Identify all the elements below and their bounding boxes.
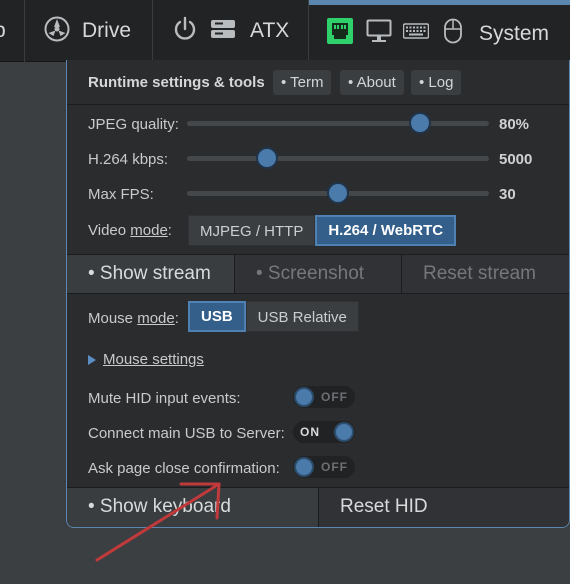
connect-usb-switch-state: ON	[300, 425, 320, 439]
nav-system-label: System	[479, 21, 550, 45]
mouse-mode-usb-button[interactable]: USB	[188, 301, 246, 332]
max-fps-label: Max FPS:	[88, 186, 154, 203]
nav-item-drive[interactable]: Drive	[25, 0, 153, 62]
max-fps-slider[interactable]	[187, 182, 489, 204]
mute-hid-switch[interactable]: OFF	[293, 386, 355, 408]
mouse-mode-label: Mouse mode:	[88, 310, 179, 327]
nav-atx-label: ATX	[250, 19, 290, 42]
jpeg-quality-value: 80%	[499, 116, 530, 133]
show-keyboard-button[interactable]: • Show keyboard	[67, 488, 319, 527]
mouse-settings-disclosure[interactable]: Mouse settings	[88, 351, 204, 368]
mute-hid-label: Mute HID input events:	[88, 390, 241, 407]
jpeg-quality-knob[interactable]	[408, 112, 431, 134]
max-fps-value: 30	[499, 186, 516, 203]
h264-kbps-value: 5000	[499, 151, 533, 168]
about-button[interactable]: • About	[340, 70, 404, 95]
close-confirm-switch-knob	[294, 457, 314, 477]
runtime-title: Runtime settings & tools	[88, 74, 265, 91]
top-navbar: p Drive A	[0, 0, 570, 62]
mouse-mode-usb-relative-button[interactable]: USB Relative	[245, 301, 359, 332]
nav-item-atx[interactable]: ATX	[153, 0, 309, 62]
nav-partial-label: p	[0, 19, 6, 43]
term-button[interactable]: • Term	[273, 70, 332, 95]
max-fps-knob[interactable]	[327, 182, 349, 204]
runtime-header: Runtime settings & tools • Term • About …	[67, 60, 569, 105]
connect-usb-switch-knob	[334, 422, 354, 442]
video-mode-label-suffix: :	[167, 222, 172, 239]
video-mode-help-link[interactable]: mode	[130, 222, 168, 239]
mouse-mode-help-link[interactable]: mode	[137, 310, 175, 327]
video-mode-h264-button[interactable]: H.264 / WebRTC	[315, 215, 457, 246]
reset-stream-button[interactable]: Reset stream	[402, 255, 569, 293]
h264-kbps-label: H.264 kbps:	[88, 151, 169, 168]
monitor-icon	[366, 19, 392, 48]
video-mode-mjpeg-button[interactable]: MJPEG / HTTP	[188, 215, 316, 246]
mute-hid-switch-knob	[294, 387, 314, 407]
video-mode-selector: MJPEG / HTTP H.264 / WebRTC	[188, 215, 457, 246]
connect-usb-label: Connect main USB to Server:	[88, 425, 285, 442]
mouse-icon	[443, 18, 463, 49]
system-menu-panel: Runtime settings & tools • Term • About …	[66, 60, 570, 528]
stream-controls: • Show stream • Screenshot Reset stream	[67, 254, 569, 294]
close-confirm-label: Ask page close confirmation:	[88, 460, 280, 477]
disclosure-triangle-icon	[88, 354, 96, 365]
video-mode-label-prefix: Video	[88, 222, 131, 239]
h264-kbps-slider[interactable]	[187, 147, 489, 169]
h264-kbps-knob[interactable]	[256, 147, 279, 169]
keyboard-icon	[402, 22, 430, 45]
nav-drive-label: Drive	[82, 19, 132, 42]
reset-hid-button[interactable]: Reset HID	[319, 488, 569, 527]
screenshot-button[interactable]: • Screenshot	[235, 255, 402, 293]
mouse-mode-selector: USB USB Relative	[188, 301, 359, 332]
hid-controls: • Show keyboard Reset HID	[67, 487, 569, 527]
power-icon	[172, 16, 198, 47]
network-status-icon	[327, 18, 353, 49]
nav-item-partial[interactable]: p	[0, 0, 25, 62]
close-confirm-switch-state: OFF	[321, 460, 348, 474]
connect-usb-switch[interactable]: ON	[293, 421, 355, 443]
mouse-mode-label-suffix: :	[174, 310, 179, 327]
jpeg-quality-slider[interactable]	[187, 112, 489, 134]
drive-icon	[44, 16, 70, 47]
show-stream-button[interactable]: • Show stream	[67, 255, 235, 293]
mouse-settings-label: Mouse settings	[103, 351, 204, 368]
close-confirm-switch[interactable]: OFF	[293, 456, 355, 478]
video-mode-label: Video mode:	[88, 222, 172, 239]
jpeg-quality-label: JPEG quality:	[88, 116, 179, 133]
mute-hid-switch-state: OFF	[321, 390, 348, 404]
nav-item-system[interactable]: System	[309, 0, 570, 62]
atx-device-icon	[210, 18, 236, 45]
mouse-mode-label-prefix: Mouse	[88, 310, 138, 327]
log-button[interactable]: • Log	[411, 70, 462, 95]
